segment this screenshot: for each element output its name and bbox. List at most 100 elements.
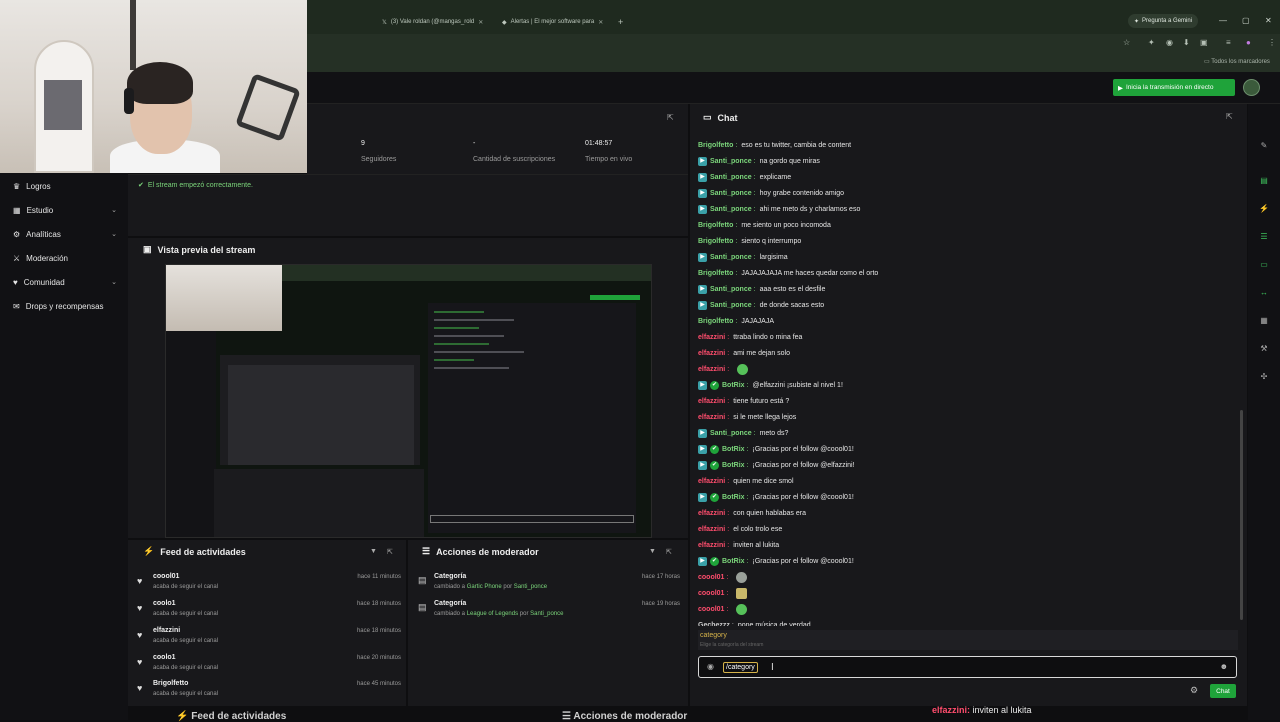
chat-username[interactable]: coool01: [698, 606, 724, 613]
close-window-icon[interactable]: ✕: [1265, 16, 1272, 25]
sidebar-item-logros[interactable]: ♛ Logros: [0, 174, 128, 198]
feed-item[interactable]: ♥ elfazzini acaba de seguir el canal hac…: [137, 627, 401, 653]
sidebar-item-analiticas[interactable]: ⚙ Analíticas ⌄: [0, 222, 128, 246]
chat-username[interactable]: Santi_ponce: [710, 158, 752, 165]
user-avatar[interactable]: [1243, 79, 1260, 96]
chat-username[interactable]: elfazzini: [698, 414, 725, 421]
browser-menu-icon[interactable]: ⋮: [1268, 38, 1276, 47]
chat-username[interactable]: BotRix: [722, 494, 745, 501]
chat-message[interactable]: ▶ Santi_ponce: na gordo que miras: [698, 154, 1238, 168]
mod-action-item[interactable]: ▤ Categoría cambiado a Gartic Phone por …: [418, 573, 680, 599]
chat-username[interactable]: coool01: [698, 590, 724, 597]
chat-username[interactable]: elfazzini: [698, 350, 725, 357]
chat-username[interactable]: coool01: [698, 574, 724, 581]
browser-tab-1[interactable]: 𝕏 (3) Vale roldan (@mangas_rold ✕: [382, 14, 483, 30]
chat-message[interactable]: ▶ Santi_ponce: de donde sacas esto: [698, 298, 1238, 312]
all-bookmarks-link[interactable]: ▭ Todos los marcadores: [1204, 58, 1270, 65]
mod-action-item[interactable]: ▤ Categoría cambiado a League of Legends…: [418, 600, 680, 626]
extension-icon[interactable]: ◉: [1166, 38, 1173, 47]
chat-username[interactable]: Santi_ponce: [710, 190, 752, 197]
go-live-button[interactable]: ▶ Inicia la transmisión en directo: [1113, 79, 1235, 96]
chat-message[interactable]: elfazzini: ami me dejan solo: [698, 346, 1238, 360]
chat-username[interactable]: Santi_ponce: [710, 174, 752, 181]
chat-username[interactable]: BotRix: [722, 462, 745, 469]
chat-username[interactable]: Brigolfetto: [698, 222, 733, 229]
chat-message[interactable]: elfazzini: si le mete llega lejos: [698, 410, 1238, 424]
profile-avatar[interactable]: ●: [1246, 38, 1251, 47]
chat-message[interactable]: coool01:: [698, 586, 1238, 600]
sidebar-item-moderacion[interactable]: ⚔ Moderación: [0, 246, 128, 270]
chat-message[interactable]: Brigolfetto: me siento un poco incomoda: [698, 218, 1238, 232]
minimize-icon[interactable]: —: [1219, 16, 1227, 25]
filter-icon[interactable]: ▼: [649, 548, 656, 556]
ask-gemini-button[interactable]: ✦ Pregunta a Gemini: [1128, 14, 1199, 28]
chat-username[interactable]: BotRix: [722, 446, 745, 453]
sidebar-item-estudio[interactable]: ▦ Estudio ⌄: [0, 198, 128, 222]
list-icon[interactable]: ☰: [1258, 232, 1270, 244]
gear-icon[interactable]: ⚙: [1190, 685, 1198, 696]
browser-tab-2[interactable]: ◆ Alertas | El mejor software para ✕: [502, 14, 603, 30]
chat-send-button[interactable]: Chat: [1210, 684, 1236, 698]
chat-message[interactable]: Brigolfetto: siento q interrumpo: [698, 234, 1238, 248]
chat-username[interactable]: Brigolfetto: [698, 238, 733, 245]
chat-username[interactable]: elfazzini: [698, 542, 725, 549]
popout-icon[interactable]: ⇱: [666, 548, 672, 556]
chat-message[interactable]: Gechezzz: pone música de verdad: [698, 618, 1238, 627]
chat-message[interactable]: elfazzini: ttraba lindo o mina fea: [698, 330, 1238, 344]
download-icon[interactable]: ⬇: [1183, 38, 1190, 47]
feed-item[interactable]: ♥ coolo1 acaba de seguir el canal hace 2…: [137, 654, 401, 680]
close-tab-icon[interactable]: ✕: [478, 19, 483, 26]
stream-preview-video[interactable]: [165, 264, 652, 538]
chat-message[interactable]: ▶ ✔ BotRix: @elfazzini ¡subiste al nivel 1!: [698, 378, 1238, 392]
chat-message[interactable]: elfazzini:: [698, 362, 1238, 376]
feed-item[interactable]: ♥ coool01 acaba de seguir el canal hace …: [137, 573, 401, 599]
close-tab-icon[interactable]: ✕: [598, 19, 603, 26]
chat-message[interactable]: ▶ ✔ BotRix: ¡Gracias por el follow @coool01…: [698, 442, 1238, 456]
chat-username[interactable]: Santi_ponce: [710, 254, 752, 261]
chat-username[interactable]: Brigolfetto: [698, 142, 733, 149]
maximize-icon[interactable]: ▢: [1242, 16, 1250, 25]
chat-message[interactable]: elfazzini: el colo trolo ese: [698, 522, 1238, 536]
chat-icon[interactable]: ▭: [1258, 260, 1270, 272]
puzzle-icon[interactable]: ✣: [1258, 372, 1270, 384]
chat-message[interactable]: ▶ Santi_ponce: largisima: [698, 250, 1238, 264]
chat-message[interactable]: coool01:: [698, 602, 1238, 616]
chat-username[interactable]: Gechezzz: [698, 622, 730, 627]
chat-username[interactable]: Santi_ponce: [710, 206, 752, 213]
chat-message[interactable]: elfazzini: tiene futuro está ?: [698, 394, 1238, 408]
chat-username[interactable]: Santi_ponce: [710, 430, 752, 437]
tab-search-icon[interactable]: ≡: [1226, 38, 1231, 47]
tool-icon[interactable]: ⚒: [1258, 344, 1270, 356]
popout-icon[interactable]: ⇱: [667, 113, 674, 122]
feed-item[interactable]: ♥ Brigolfetto acaba de seguir el canal h…: [137, 680, 401, 706]
chat-message[interactable]: elfazzini: inviten al lukita: [698, 538, 1238, 552]
chat-message[interactable]: coool01:: [698, 570, 1238, 584]
layout-icon[interactable]: ▦: [1258, 316, 1270, 328]
chat-username[interactable]: BotRix: [722, 558, 745, 565]
chat-message[interactable]: Brigolfetto: JAJAJAJAJA me haces quedar c…: [698, 266, 1238, 280]
chat-username[interactable]: Brigolfetto: [698, 270, 733, 277]
chat-message[interactable]: ▶ Santi_ponce: meto ds?: [698, 426, 1238, 440]
chat-username[interactable]: elfazzini: [698, 510, 725, 517]
resize-icon[interactable]: ↔: [1258, 288, 1270, 300]
sidebar-item-comunidad[interactable]: ♥ Comunidad ⌄: [0, 270, 128, 294]
chat-message[interactable]: ▶ ✔ BotRix: ¡Gracias por el follow @coool01…: [698, 490, 1238, 504]
chat-message[interactable]: ▶ Santi_ponce: ahi me meto ds y charlamos …: [698, 202, 1238, 216]
chat-message[interactable]: ▶ ✔ BotRix: ¡Gracias por el follow @coool01…: [698, 554, 1238, 568]
chat-message[interactable]: ▶ ✔ BotRix: ¡Gracias por el follow @elfazzi…: [698, 458, 1238, 472]
chat-message[interactable]: Brigolfetto: JAJAJAJA: [698, 314, 1238, 328]
chat-message-list[interactable]: Brigolfetto: eso es tu twitter, cambia de…: [698, 126, 1238, 626]
chat-username[interactable]: elfazzini: [698, 398, 725, 405]
extension-icon[interactable]: ✦: [1148, 38, 1155, 47]
extensions-puzzle-icon[interactable]: ▣: [1200, 38, 1208, 47]
chat-username[interactable]: elfazzini: [698, 478, 725, 485]
popout-icon[interactable]: ⇱: [387, 548, 393, 556]
sidebar-item-drops[interactable]: ✉ Drops y recompensas: [0, 294, 128, 318]
chat-username[interactable]: Santi_ponce: [710, 286, 752, 293]
command-suggestion[interactable]: [698, 630, 1238, 650]
chat-message[interactable]: elfazzini: con quien hablabas era: [698, 506, 1238, 520]
emoji-icon[interactable]: ☻: [1220, 662, 1228, 671]
feed-item[interactable]: ♥ coolo1 acaba de seguir el canal hace 1…: [137, 600, 401, 626]
chat-username[interactable]: Brigolfetto: [698, 318, 733, 325]
new-tab-icon[interactable]: +: [618, 14, 623, 30]
